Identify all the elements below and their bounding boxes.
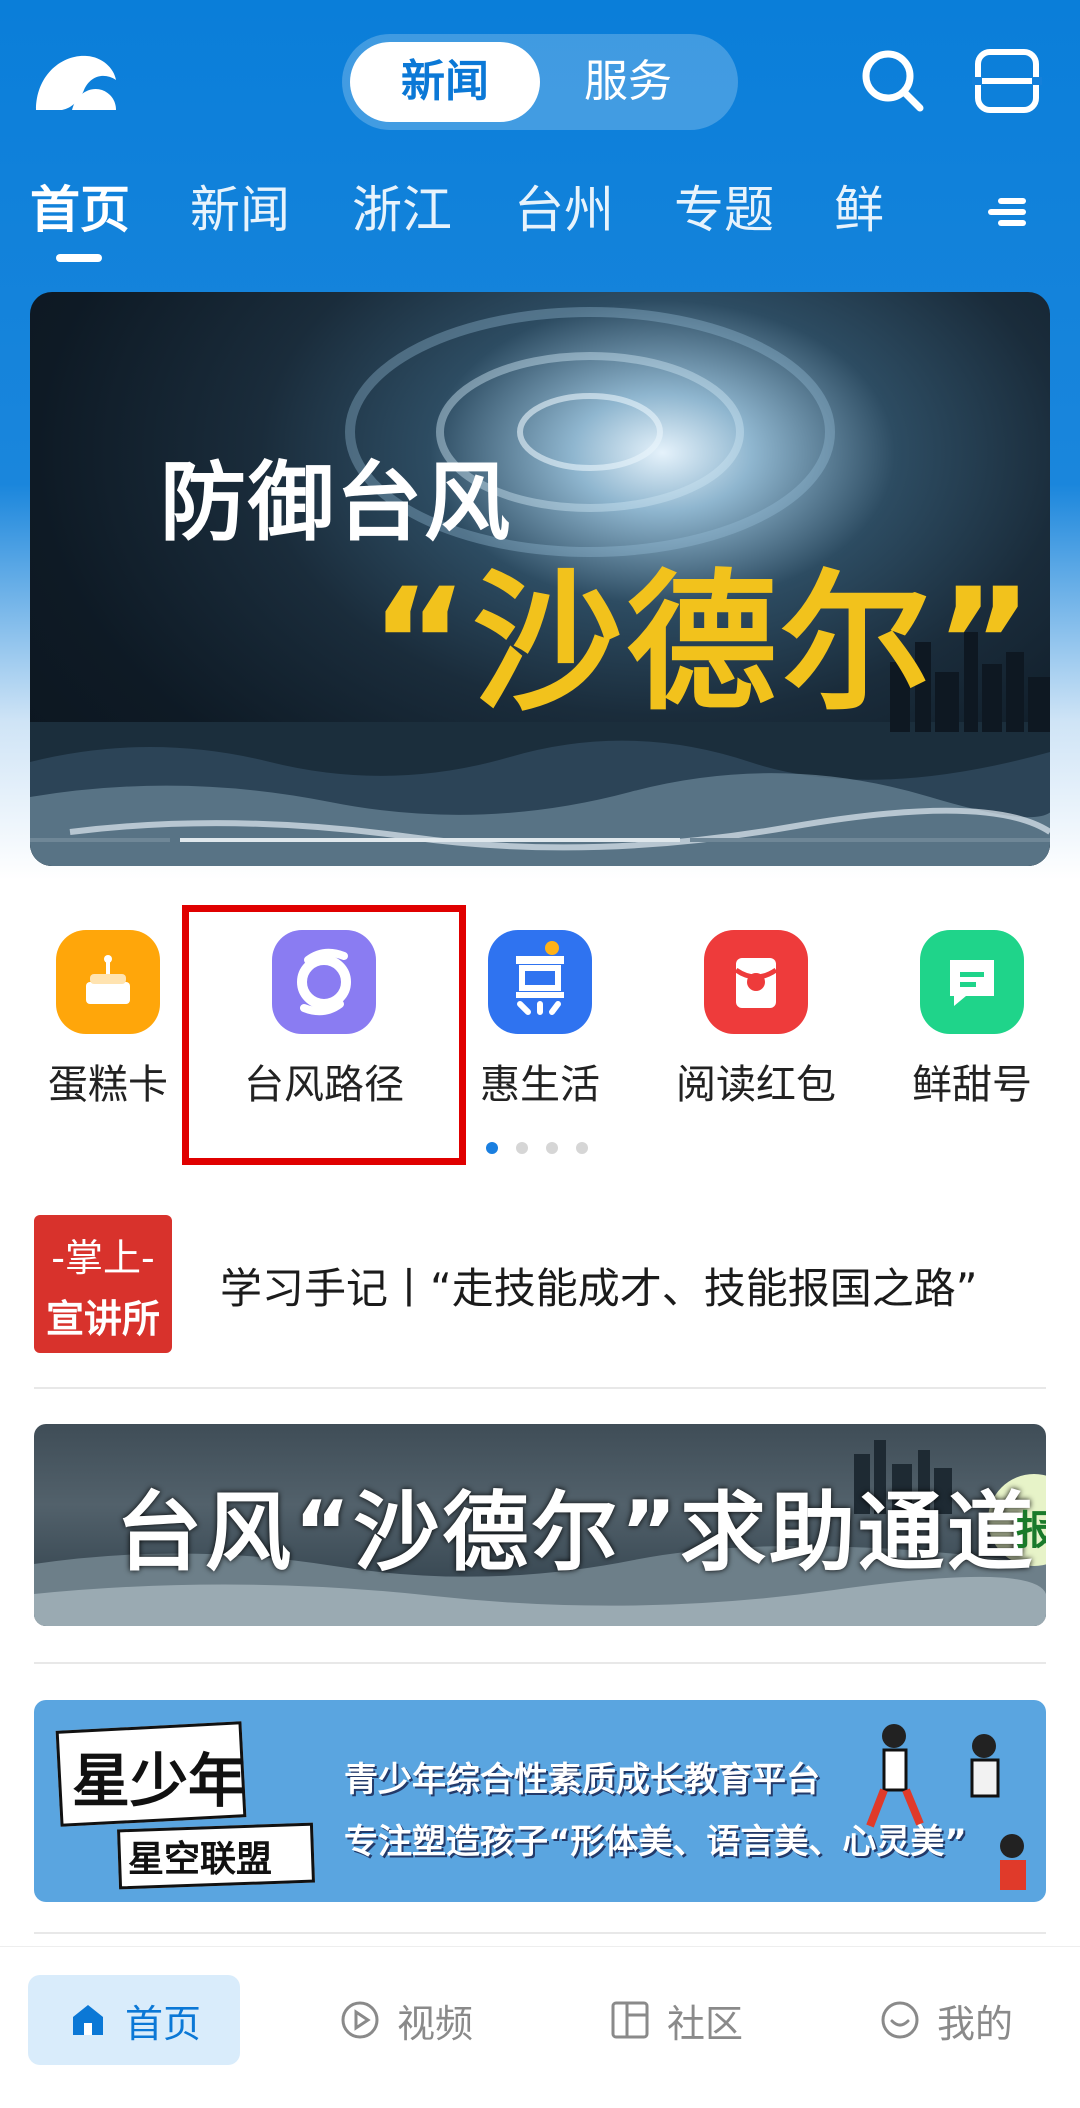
more-tabs-icon[interactable] bbox=[986, 194, 1028, 230]
quick-link-label: 蛋糕卡 bbox=[48, 1062, 168, 1108]
news-thumbnail: -掌上- 宣讲所 bbox=[34, 1215, 172, 1353]
top-banner[interactable]: 防御台风 “沙德尔” bbox=[30, 292, 1050, 866]
highlight-box bbox=[182, 905, 466, 1165]
quick-link-hui-life[interactable]: 惠生活 bbox=[440, 930, 640, 1110]
quick-link-label: 惠生活 bbox=[480, 1062, 600, 1108]
quick-link-cake-card[interactable]: 蛋糕卡 bbox=[8, 930, 208, 1110]
segment-service[interactable]: 服务 bbox=[548, 42, 708, 122]
thumb-line2: 宣讲所 bbox=[45, 1297, 160, 1341]
typhoon-help-banner[interactable]: 台风“沙德尔”求助通道 报 bbox=[34, 1424, 1046, 1626]
quick-link-red-packet[interactable]: 阅读红包 bbox=[656, 930, 856, 1110]
menu-icon[interactable] bbox=[972, 46, 1042, 116]
thumb-line1: -掌上- bbox=[51, 1236, 155, 1280]
tab-news[interactable]: 新闻 bbox=[190, 170, 290, 250]
brand-title: 星少年 bbox=[72, 1747, 247, 1815]
quick-links: 蛋糕卡 台风路径 惠生活 阅读红包 鲜甜号 bbox=[0, 930, 1080, 1130]
nav-home[interactable]: 首页 bbox=[28, 1975, 240, 2065]
nav-profile[interactable]: 我的 bbox=[840, 1975, 1052, 2065]
banner2-text: 台风“沙德尔”求助通道 bbox=[116, 1483, 1037, 1583]
pager-dot bbox=[516, 1142, 528, 1154]
divider bbox=[34, 1932, 1046, 1934]
red-packet-icon bbox=[704, 930, 808, 1034]
channel-tabs: 首页 新闻 浙江 台州 专题 鲜 bbox=[0, 170, 1080, 262]
cake-icon bbox=[56, 930, 160, 1034]
hui-icon bbox=[488, 930, 592, 1034]
tab-taizhou[interactable]: 台州 bbox=[514, 170, 614, 250]
app-logo bbox=[36, 55, 116, 110]
profile-icon bbox=[881, 2001, 919, 2039]
banner3-kids-art bbox=[866, 1724, 1026, 1890]
star-youth-logo: 星少年 星空联盟 bbox=[55, 1716, 318, 1890]
tab-special[interactable]: 专题 bbox=[674, 170, 774, 250]
quick-link-xiantian[interactable]: 鲜甜号 bbox=[872, 930, 1072, 1110]
nav-profile-label: 我的 bbox=[936, 2001, 1013, 2046]
tab-home[interactable]: 首页 bbox=[30, 170, 130, 250]
divider bbox=[34, 1387, 1046, 1389]
news-title: 学习手记丨“走技能成才、技能报国之路” bbox=[220, 1264, 978, 1313]
banner-title-line2: “沙德尔” bbox=[370, 557, 1038, 731]
nav-home-label: 首页 bbox=[124, 2001, 201, 2046]
community-icon bbox=[611, 2001, 649, 2039]
quick-link-label: 阅读红包 bbox=[676, 1062, 836, 1108]
banner2-side-text: 报 bbox=[1016, 1508, 1046, 1554]
star-youth-banner[interactable]: 星少年 星空联盟 青少年综合性素质成长教育平台 专注塑造孩子“形体美、语言美、心… bbox=[34, 1700, 1046, 1902]
pager-dot-active bbox=[486, 1142, 498, 1154]
home-icon bbox=[72, 2005, 103, 2035]
nav-video-label: 视频 bbox=[396, 2001, 473, 2046]
nav-video[interactable]: 视频 bbox=[300, 1975, 512, 2065]
tab-xian[interactable]: 鲜 bbox=[834, 170, 884, 250]
news-service-switch: 新闻 服务 bbox=[342, 34, 738, 130]
banner3-line1: 青少年综合性素质成长教育平台 bbox=[344, 1760, 820, 1800]
news-item[interactable]: -掌上- 宣讲所 学习手记丨“走技能成才、技能报国之路” bbox=[34, 1215, 1046, 1355]
nav-community-label: 社区 bbox=[666, 2001, 743, 2046]
brand-sub: 星空联盟 bbox=[128, 1839, 273, 1880]
active-tab-indicator bbox=[56, 254, 102, 262]
divider bbox=[34, 1662, 1046, 1664]
bottom-navigation: 首页 视频 社区 我的 bbox=[0, 1946, 1080, 2108]
search-icon[interactable] bbox=[858, 46, 928, 116]
nav-community[interactable]: 社区 bbox=[570, 1975, 782, 2065]
quick-link-label: 鲜甜号 bbox=[912, 1062, 1032, 1108]
segment-news[interactable]: 新闻 bbox=[350, 42, 540, 122]
tab-zhejiang[interactable]: 浙江 bbox=[352, 170, 452, 250]
pager-dot bbox=[576, 1142, 588, 1154]
quick-links-pager bbox=[486, 1142, 596, 1156]
pager-dot bbox=[546, 1142, 558, 1154]
video-icon bbox=[341, 2001, 379, 2039]
chat-icon bbox=[920, 930, 1024, 1034]
banner-pager bbox=[30, 838, 1050, 842]
